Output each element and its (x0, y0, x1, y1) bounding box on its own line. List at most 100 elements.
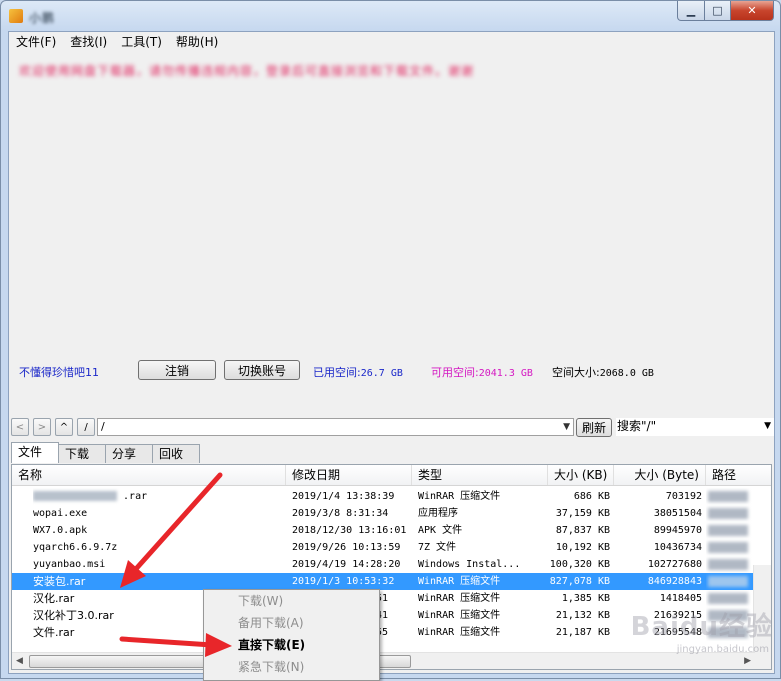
row-type: WinRAR 压缩文件 (418, 576, 501, 587)
minimize-icon: ▁ (686, 4, 696, 17)
row-path (706, 590, 756, 607)
row-size-kb: 21,132 KB (555, 610, 610, 621)
root-button[interactable]: / (77, 418, 95, 436)
total-space: 空间大小:2068.0 GB (552, 366, 654, 379)
row-type: WinRAR 压缩文件 (418, 627, 501, 638)
row-size-kb: 87,837 KB (555, 525, 610, 536)
row-size-kb: 1,385 KB (561, 593, 610, 604)
menu-backup-download[interactable]: 备用下载(A) (205, 613, 376, 634)
back-button[interactable]: < (11, 418, 29, 436)
watermark-url: jingyan.baidu.com (676, 644, 769, 655)
menu-tools[interactable]: 工具(T) (114, 32, 169, 52)
row-path (706, 556, 756, 573)
row-modified: 2019/3/8 8:31:34 (292, 508, 389, 519)
refresh-button[interactable]: 刷新 (576, 418, 612, 437)
account-name: 不懂得珍惜吧11 (19, 366, 99, 379)
column-type[interactable]: 类型 (412, 465, 548, 485)
app-icon (9, 9, 23, 23)
row-size-byte: 102727680 (647, 559, 702, 570)
tab-shares[interactable]: 分享 (105, 444, 153, 463)
row-path (706, 505, 756, 522)
row-name: WX7.0.apk (33, 525, 88, 536)
row-modified: 2019/9/26 10:13:59 (292, 542, 401, 553)
table-row[interactable]: yqarch6.6.9.7z 2019/9/26 10:13:59 7Z 文件 … (12, 539, 771, 556)
row-name: yuyanbao.msi (33, 559, 106, 570)
row-size-kb: 21,187 KB (555, 627, 610, 638)
chevron-down-icon[interactable]: ▼ (563, 419, 570, 435)
row-modified: 2018/12/30 13:16:01 (292, 525, 407, 536)
tab-downloads[interactable]: 下载 (58, 444, 106, 463)
row-type: APK 文件 (418, 525, 463, 536)
window-title: 小鹏 (29, 11, 56, 25)
back-icon: < (15, 421, 25, 433)
row-path (706, 573, 756, 590)
row-name: wopai.exe (33, 508, 88, 519)
client-area: 文件(F) 查找(I) 工具(T) 帮助(H) 欢迎使用网盘下载器，请勿传播违规… (8, 31, 775, 674)
minimize-button[interactable]: ▁ (677, 1, 705, 21)
title-bar[interactable]: 小鹏 ▁ □ ✕ (1, 1, 780, 31)
used-space: 已用空间:26.7 GB (313, 366, 403, 379)
menu-help[interactable]: 帮助(H) (169, 32, 225, 52)
watermark: Baidu经验 (630, 612, 773, 642)
scroll-right-icon[interactable]: ▶ (744, 656, 751, 666)
message-area: 欢迎使用网盘下载器，请勿传播违规内容，登录后可直接浏览和下载文件。谢谢 (9, 52, 774, 362)
row-size-byte: 10436734 (653, 542, 702, 553)
row-size-byte: 38051504 (653, 508, 702, 519)
column-name[interactable]: 名称 (12, 465, 286, 485)
row-path (706, 488, 756, 505)
search-input[interactable]: 搜索"/" ▼ (616, 418, 774, 436)
app-window: 小鹏 ▁ □ ✕ 文件(F) 查找(I) 工具(T) 帮助(H) 欢迎使用网盘下… (0, 0, 781, 679)
tab-files[interactable]: 文件 (11, 442, 59, 463)
list-header: 名称 修改日期 类型 大小 (KB) 大小 (Byte) 路径 (12, 465, 771, 486)
menu-download[interactable]: 下载(W) (205, 591, 376, 612)
table-row[interactable]: 汉化.rar 51 WinRAR 压缩文件 1,385 KB 1418405 (12, 590, 771, 607)
row-size-kb: 37,159 KB (555, 508, 610, 519)
column-size-byte[interactable]: 大小 (Byte) (614, 465, 706, 485)
path-input[interactable]: / ▼ (97, 418, 574, 436)
row-name: .rar (33, 488, 283, 505)
row-type: 应用程序 (418, 508, 458, 519)
menu-file[interactable]: 文件(F) (9, 32, 63, 52)
up-button[interactable]: ^ (55, 418, 73, 436)
table-row[interactable]: .rar 2019/1/4 13:38:39 WinRAR 压缩文件 686 K… (12, 488, 771, 505)
window-controls: ▁ □ ✕ (677, 1, 774, 21)
column-size-kb[interactable]: 大小 (KB) (548, 465, 614, 485)
row-size-kb: 100,320 KB (549, 559, 610, 570)
column-modified[interactable]: 修改日期 (286, 465, 412, 485)
row-name: yqarch6.6.9.7z (33, 542, 118, 553)
context-menu: 下载(W) 备用下载(A) 直接下载(E) 紧急下载(N) (203, 589, 380, 681)
redacted-name (33, 491, 117, 501)
menu-urgent-download[interactable]: 紧急下载(N) (205, 657, 376, 678)
menu-find[interactable]: 查找(I) (63, 32, 114, 52)
row-type: WinRAR 压缩文件 (418, 491, 501, 502)
column-path[interactable]: 路径 (706, 465, 771, 485)
menu-direct-download[interactable]: 直接下载(E) (205, 635, 376, 656)
table-row-selected[interactable]: 安装包.rar 2019/1/3 10:53:32 WinRAR 压缩文件 82… (12, 573, 771, 590)
search-value: 搜索"/" (617, 419, 657, 433)
close-button[interactable]: ✕ (731, 1, 774, 21)
row-modified: 2019/4/19 14:28:20 (292, 559, 401, 570)
forward-button[interactable]: > (33, 418, 51, 436)
tab-bar: 文件 下载 分享 回收站 (11, 442, 200, 479)
row-modified: 51 (376, 593, 389, 604)
tab-recycle-bin[interactable]: 回收站 (152, 444, 200, 479)
row-path (706, 522, 756, 539)
notice-message: 欢迎使用网盘下载器，请勿传播违规内容，登录后可直接浏览和下载文件。谢谢 (19, 64, 475, 78)
switch-account-button[interactable]: 切换账号 (224, 360, 300, 380)
forward-icon: > (37, 421, 47, 433)
account-bar: 不懂得珍惜吧11 注销 切换账号 已用空间:26.7 GB 可用空间:2041.… (9, 360, 774, 382)
maximize-button[interactable]: □ (705, 1, 731, 21)
table-row[interactable]: yuyanbao.msi 2019/4/19 14:28:20 Windows … (12, 556, 771, 573)
chevron-down-icon[interactable]: ▼ (764, 418, 771, 435)
horizontal-scrollbar[interactable]: ◀ ▶ (12, 652, 755, 669)
table-row[interactable]: WX7.0.apk 2018/12/30 13:16:01 APK 文件 87,… (12, 522, 771, 539)
logout-button[interactable]: 注销 (138, 360, 216, 380)
row-size-kb: 10,192 KB (555, 542, 610, 553)
row-type: Windows Instal... (418, 559, 521, 570)
row-modified: 41 (376, 610, 389, 621)
row-type: 7Z 文件 (418, 542, 457, 553)
table-row[interactable]: wopai.exe 2019/3/8 8:31:34 应用程序 37,159 K… (12, 505, 771, 522)
scroll-left-icon[interactable]: ◀ (16, 656, 23, 666)
row-size-byte: 703192 (665, 491, 702, 502)
row-modified: 55 (376, 627, 389, 638)
